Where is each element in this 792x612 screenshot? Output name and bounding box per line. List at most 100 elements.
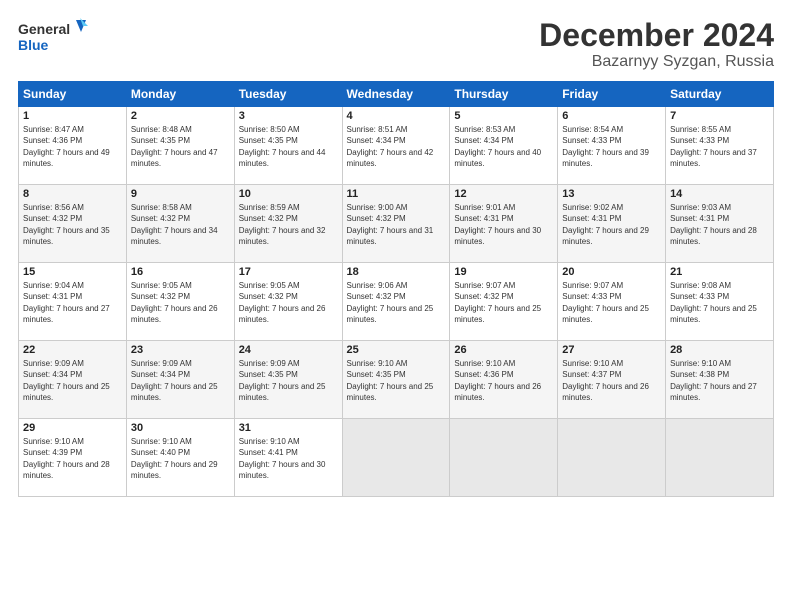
page: General Blue December 2024 Bazarnyy Syzg… [0, 0, 792, 612]
month-title: December 2024 [539, 18, 774, 53]
day-info: Sunrise: 8:58 AMSunset: 4:32 PMDaylight:… [131, 203, 218, 246]
table-row: 25 Sunrise: 9:10 AMSunset: 4:35 PMDaylig… [342, 341, 450, 419]
day-info: Sunrise: 9:01 AMSunset: 4:31 PMDaylight:… [454, 203, 541, 246]
day-number: 26 [454, 344, 553, 356]
day-info: Sunrise: 8:50 AMSunset: 4:35 PMDaylight:… [239, 125, 326, 168]
day-info: Sunrise: 9:09 AMSunset: 4:34 PMDaylight:… [131, 359, 218, 402]
table-row: 27 Sunrise: 9:10 AMSunset: 4:37 PMDaylig… [558, 341, 666, 419]
table-row: 13 Sunrise: 9:02 AMSunset: 4:31 PMDaylig… [558, 185, 666, 263]
day-number: 31 [239, 422, 338, 434]
subtitle: Bazarnyy Syzgan, Russia [539, 53, 774, 71]
table-row: 21 Sunrise: 9:08 AMSunset: 4:33 PMDaylig… [666, 263, 774, 341]
table-row: 26 Sunrise: 9:10 AMSunset: 4:36 PMDaylig… [450, 341, 558, 419]
week-row-2: 8 Sunrise: 8:56 AMSunset: 4:32 PMDayligh… [19, 185, 774, 263]
day-info: Sunrise: 9:03 AMSunset: 4:31 PMDaylight:… [670, 203, 757, 246]
day-number: 29 [23, 422, 122, 434]
day-info: Sunrise: 9:00 AMSunset: 4:32 PMDaylight:… [347, 203, 434, 246]
table-row: 29 Sunrise: 9:10 AMSunset: 4:39 PMDaylig… [19, 419, 127, 497]
week-row-5: 29 Sunrise: 9:10 AMSunset: 4:39 PMDaylig… [19, 419, 774, 497]
table-row: 30 Sunrise: 9:10 AMSunset: 4:40 PMDaylig… [126, 419, 234, 497]
day-number: 14 [670, 188, 769, 200]
day-info: Sunrise: 9:10 AMSunset: 4:40 PMDaylight:… [131, 437, 218, 480]
table-row: 1 Sunrise: 8:47 AMSunset: 4:36 PMDayligh… [19, 107, 127, 185]
title-block: December 2024 Bazarnyy Syzgan, Russia [539, 18, 774, 71]
week-row-4: 22 Sunrise: 9:09 AMSunset: 4:34 PMDaylig… [19, 341, 774, 419]
table-row: 16 Sunrise: 9:05 AMSunset: 4:32 PMDaylig… [126, 263, 234, 341]
day-info: Sunrise: 8:54 AMSunset: 4:33 PMDaylight:… [562, 125, 649, 168]
day-info: Sunrise: 9:05 AMSunset: 4:32 PMDaylight:… [239, 281, 326, 324]
week-row-3: 15 Sunrise: 9:04 AMSunset: 4:31 PMDaylig… [19, 263, 774, 341]
day-number: 5 [454, 110, 553, 122]
col-monday: Monday [126, 82, 234, 107]
day-info: Sunrise: 9:08 AMSunset: 4:33 PMDaylight:… [670, 281, 757, 324]
day-number: 6 [562, 110, 661, 122]
header: General Blue December 2024 Bazarnyy Syzg… [18, 18, 774, 71]
logo: General Blue [18, 18, 88, 60]
day-number: 1 [23, 110, 122, 122]
table-row: 3 Sunrise: 8:50 AMSunset: 4:35 PMDayligh… [234, 107, 342, 185]
table-row: 11 Sunrise: 9:00 AMSunset: 4:32 PMDaylig… [342, 185, 450, 263]
day-info: Sunrise: 8:56 AMSunset: 4:32 PMDaylight:… [23, 203, 110, 246]
table-row [558, 419, 666, 497]
week-row-1: 1 Sunrise: 8:47 AMSunset: 4:36 PMDayligh… [19, 107, 774, 185]
table-row: 5 Sunrise: 8:53 AMSunset: 4:34 PMDayligh… [450, 107, 558, 185]
table-row: 8 Sunrise: 8:56 AMSunset: 4:32 PMDayligh… [19, 185, 127, 263]
day-info: Sunrise: 8:51 AMSunset: 4:34 PMDaylight:… [347, 125, 434, 168]
day-number: 8 [23, 188, 122, 200]
table-row [666, 419, 774, 497]
day-number: 25 [347, 344, 446, 356]
table-row: 31 Sunrise: 9:10 AMSunset: 4:41 PMDaylig… [234, 419, 342, 497]
svg-text:General: General [18, 21, 70, 37]
day-info: Sunrise: 9:10 AMSunset: 4:37 PMDaylight:… [562, 359, 649, 402]
table-row: 17 Sunrise: 9:05 AMSunset: 4:32 PMDaylig… [234, 263, 342, 341]
table-row: 19 Sunrise: 9:07 AMSunset: 4:32 PMDaylig… [450, 263, 558, 341]
col-friday: Friday [558, 82, 666, 107]
day-number: 9 [131, 188, 230, 200]
day-number: 17 [239, 266, 338, 278]
day-info: Sunrise: 9:07 AMSunset: 4:33 PMDaylight:… [562, 281, 649, 324]
day-info: Sunrise: 9:10 AMSunset: 4:38 PMDaylight:… [670, 359, 757, 402]
table-row: 23 Sunrise: 9:09 AMSunset: 4:34 PMDaylig… [126, 341, 234, 419]
logo-svg: General Blue [18, 18, 88, 60]
day-number: 10 [239, 188, 338, 200]
day-info: Sunrise: 9:10 AMSunset: 4:35 PMDaylight:… [347, 359, 434, 402]
day-number: 24 [239, 344, 338, 356]
day-number: 22 [23, 344, 122, 356]
day-info: Sunrise: 9:09 AMSunset: 4:34 PMDaylight:… [23, 359, 110, 402]
table-row: 7 Sunrise: 8:55 AMSunset: 4:33 PMDayligh… [666, 107, 774, 185]
day-info: Sunrise: 9:05 AMSunset: 4:32 PMDaylight:… [131, 281, 218, 324]
col-sunday: Sunday [19, 82, 127, 107]
table-row: 20 Sunrise: 9:07 AMSunset: 4:33 PMDaylig… [558, 263, 666, 341]
day-number: 18 [347, 266, 446, 278]
table-row: 10 Sunrise: 8:59 AMSunset: 4:32 PMDaylig… [234, 185, 342, 263]
day-number: 20 [562, 266, 661, 278]
header-row: Sunday Monday Tuesday Wednesday Thursday… [19, 82, 774, 107]
day-number: 12 [454, 188, 553, 200]
day-number: 28 [670, 344, 769, 356]
day-info: Sunrise: 9:02 AMSunset: 4:31 PMDaylight:… [562, 203, 649, 246]
day-info: Sunrise: 9:04 AMSunset: 4:31 PMDaylight:… [23, 281, 110, 324]
table-row: 22 Sunrise: 9:09 AMSunset: 4:34 PMDaylig… [19, 341, 127, 419]
col-saturday: Saturday [666, 82, 774, 107]
day-number: 3 [239, 110, 338, 122]
day-number: 2 [131, 110, 230, 122]
table-row: 28 Sunrise: 9:10 AMSunset: 4:38 PMDaylig… [666, 341, 774, 419]
day-number: 13 [562, 188, 661, 200]
col-thursday: Thursday [450, 82, 558, 107]
table-row [450, 419, 558, 497]
table-row: 14 Sunrise: 9:03 AMSunset: 4:31 PMDaylig… [666, 185, 774, 263]
day-info: Sunrise: 9:06 AMSunset: 4:32 PMDaylight:… [347, 281, 434, 324]
day-number: 15 [23, 266, 122, 278]
day-number: 30 [131, 422, 230, 434]
day-info: Sunrise: 8:55 AMSunset: 4:33 PMDaylight:… [670, 125, 757, 168]
day-info: Sunrise: 9:10 AMSunset: 4:41 PMDaylight:… [239, 437, 326, 480]
day-number: 21 [670, 266, 769, 278]
col-wednesday: Wednesday [342, 82, 450, 107]
day-info: Sunrise: 9:07 AMSunset: 4:32 PMDaylight:… [454, 281, 541, 324]
table-row: 18 Sunrise: 9:06 AMSunset: 4:32 PMDaylig… [342, 263, 450, 341]
day-number: 16 [131, 266, 230, 278]
table-row: 15 Sunrise: 9:04 AMSunset: 4:31 PMDaylig… [19, 263, 127, 341]
day-info: Sunrise: 8:59 AMSunset: 4:32 PMDaylight:… [239, 203, 326, 246]
day-number: 11 [347, 188, 446, 200]
day-info: Sunrise: 9:10 AMSunset: 4:36 PMDaylight:… [454, 359, 541, 402]
